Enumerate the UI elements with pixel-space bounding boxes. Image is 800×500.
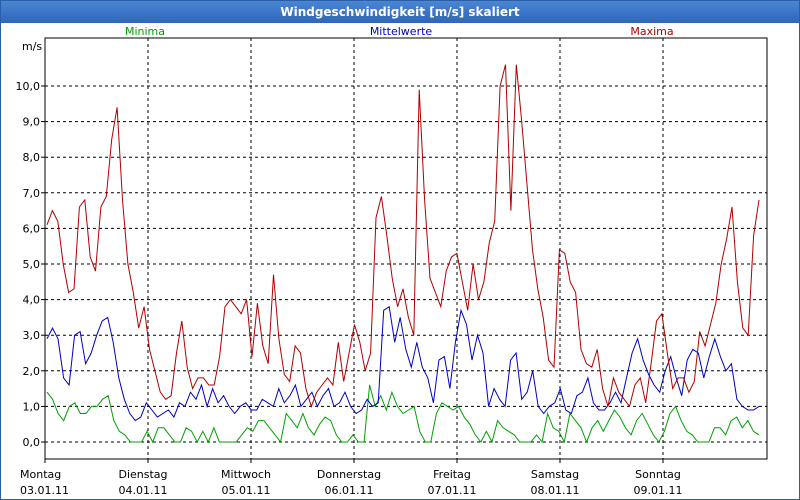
x-date-label: 04.01.11 — [119, 484, 168, 497]
x-day-label: Samstag — [531, 468, 579, 481]
plot-frame — [44, 37, 768, 460]
x-day-label: Dienstag — [118, 468, 167, 481]
x-date-label: 05.01.11 — [222, 484, 271, 497]
y-tick-label: 8,0 — [23, 151, 41, 164]
x-date-label: 03.01.11 — [20, 484, 69, 497]
x-day-label: Donnerstag — [317, 468, 381, 481]
wind-speed-chart: m/s Minima Mittelwerte Maxima 0,0 1,0 2,0 3… — [16, 25, 768, 497]
y-tick-label: 9,0 — [23, 116, 41, 129]
x-date-label: 09.01.11 — [634, 484, 683, 497]
x-axis: Montag 03.01.11 Dienstag 04.01.11 Mittwoch 05… — [20, 459, 682, 497]
x-day-label: Sonntag — [635, 468, 681, 481]
y-tick-label: 2,0 — [23, 365, 41, 378]
legend-minima: Minima — [125, 25, 165, 38]
y-axis-unit: m/s — [22, 40, 42, 53]
x-day-label: Montag — [20, 468, 61, 481]
x-date-label: 07.01.11 — [428, 484, 477, 497]
y-axis: 0,0 1,0 2,0 3,0 4,0 5,0 6,0 7,0 8,0 9,0 10,0 — [16, 80, 45, 449]
y-tick-label: 4,0 — [23, 294, 41, 307]
y-tick-label: 7,0 — [23, 187, 41, 200]
y-tick-label: 6,0 — [23, 222, 41, 235]
y-tick-label: 10,0 — [16, 80, 41, 93]
legend-maxima: Maxima — [630, 25, 673, 38]
y-tick-label: 5,0 — [23, 258, 41, 271]
x-date-label: 08.01.11 — [531, 484, 580, 497]
series-line-minima — [46, 384, 760, 444]
legend-mittelwerte: Mittelwerte — [370, 25, 433, 38]
series-line-maxima — [46, 64, 760, 408]
x-day-label: Mittwoch — [221, 468, 271, 481]
series-line-mittelwerte — [46, 305, 760, 422]
x-day-label: Freitag — [433, 468, 471, 481]
x-date-label: 06.01.11 — [325, 484, 374, 497]
y-tick-label: 0,0 — [23, 436, 41, 449]
y-tick-label: 3,0 — [23, 329, 41, 342]
y-tick-label: 1,0 — [23, 400, 41, 413]
grid — [45, 38, 767, 459]
